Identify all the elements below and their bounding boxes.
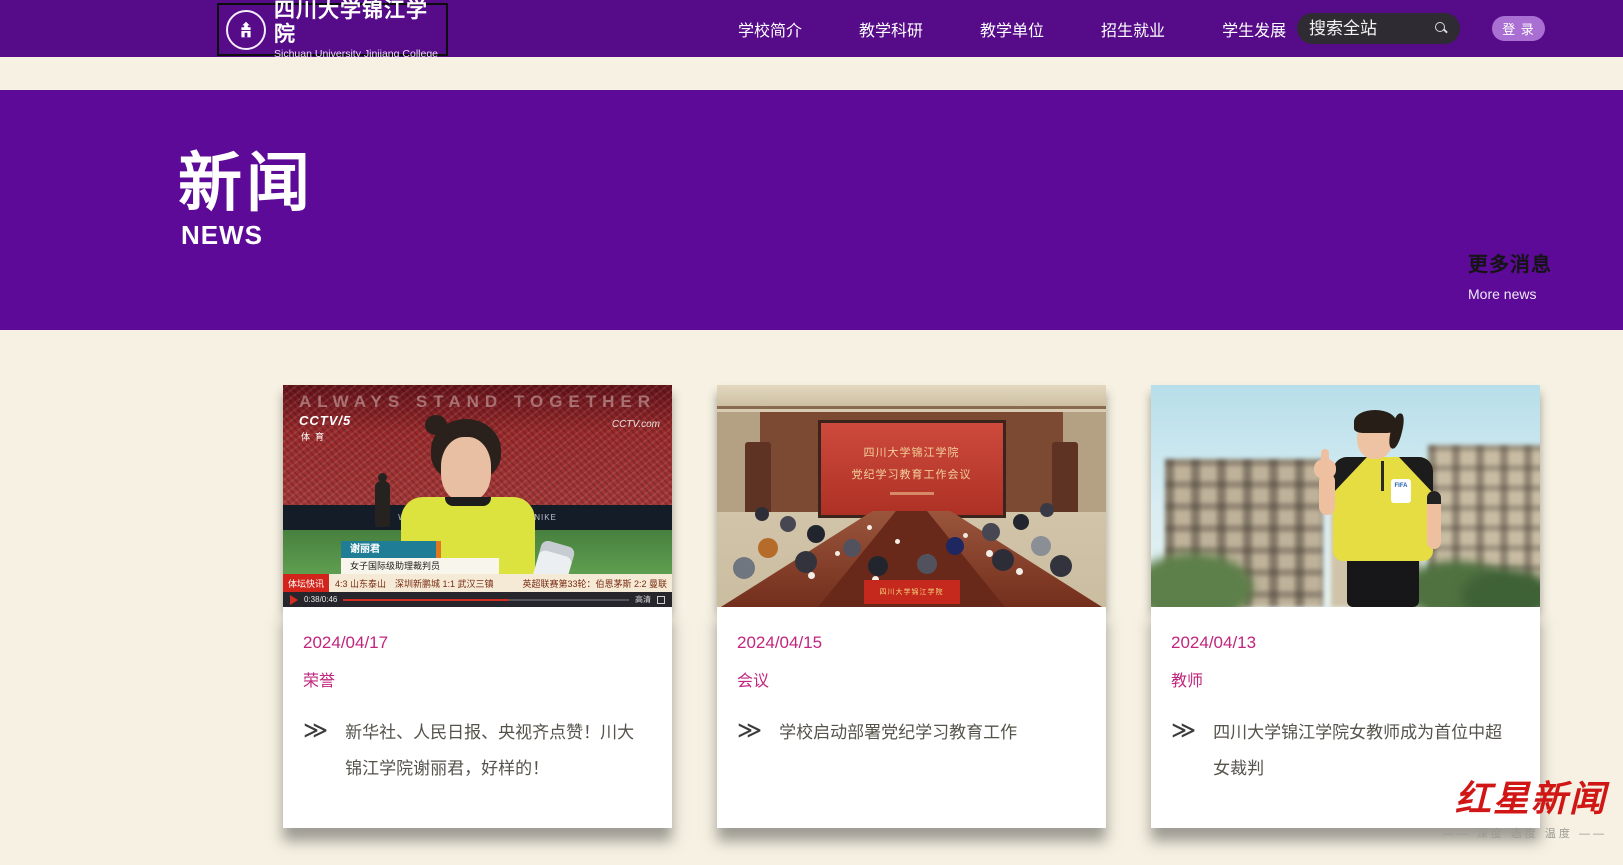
video-player-bar: 0:38/0:46 高清 [283,592,672,607]
news-date: 2024/04/17 [303,633,650,653]
referee-head [1357,417,1393,459]
college-logo[interactable]: 四川大学锦江学院 Sichuan University Jinjiang Col… [217,3,448,56]
double-chevron-icon: ≫ [303,715,328,787]
jersey-placket [1381,461,1384,491]
site-search[interactable] [1297,13,1460,44]
ticker-scores: 4:3 山东泰山 深圳新鹏城 1:1 武汉三镇 [329,577,494,590]
cctv5-logo: CCTV/5 体育 [299,413,351,443]
ticker-scores-right: 英超联赛第33轮：伯恩茅斯 2:2 曼联 [522,577,672,590]
screen-date-bar [890,492,934,495]
video-time: 0:38/0:46 [304,595,337,604]
interviewee-hair-bun [425,415,447,435]
news-card-photo-cctv-interview[interactable]: ALWAYS STAND TOGETHER CCTV/5 体育 CCTV.com… [283,385,672,607]
news-category[interactable]: 会议 [737,667,1084,691]
news-title[interactable]: 新华社、人民日报、央视齐点赞！川大锦江学院谢丽君，好样的！ [345,715,650,787]
news-card-photo-meeting[interactable]: 四川大学锦江学院 党纪学习教育工作会议 四川大学锦江学院 [717,385,1106,607]
nav-item-teaching-units[interactable]: 教学单位 [980,17,1044,41]
logo-title: 四川大学锦江学院 [274,0,439,47]
attendees-left [755,507,769,521]
news-title-link[interactable]: ≫ 学校启动部署党纪学习教育工作 [737,715,1084,751]
video-quality-label[interactable]: 高清 [635,594,651,605]
hongxing-news-tagline: —— 深度 态度 温度 —— [1443,825,1607,841]
news-card[interactable]: 四川大学锦江学院 党纪学习教育工作会议 四川大学锦江学院 2024/04/15 … [717,385,1106,828]
logo-subtitle: Sichuan University Jinjiang College [274,48,439,60]
more-news-title[interactable]: 更多消息 [1468,248,1552,277]
news-title-link[interactable]: ≫ 新华社、人民日报、央视齐点赞！川大锦江学院谢丽君，好样的！ [303,715,650,787]
cctv-com-logo: CCTV.com [612,419,660,430]
fullscreen-icon[interactable] [657,596,665,604]
screen-line1: 四川大学锦江学院 [864,444,960,460]
screen-line2: 党纪学习教育工作会议 [852,466,972,482]
cctv5-logo-sub: 体育 [301,430,351,443]
cctv5-logo-text: CCTV/5 [299,413,351,428]
referee-arm-thumbs-up [1319,473,1335,515]
lower-third-name: 谢丽君 [341,541,441,558]
score-ticker: 体坛快讯 4:3 山东泰山 深圳新鹏城 1:1 武汉三镇 英超联赛第33轮：伯恩… [283,574,672,592]
login-button[interactable]: 登 录 [1492,16,1545,41]
search-icon[interactable] [1435,22,1448,35]
nav-item-student-dev[interactable]: 学生发展 [1222,17,1286,41]
news-title[interactable]: 学校启动部署党纪学习教育工作 [779,715,1017,751]
news-card-photo-referee[interactable]: FIFA [1151,385,1540,607]
search-input[interactable] [1309,19,1435,39]
page-subtitle: NEWS [181,220,263,251]
more-news-link[interactable]: 更多消息 More news [1468,248,1552,302]
page-title: 新闻 [178,132,314,224]
news-date: 2024/04/13 [1171,633,1518,653]
nav-item-teaching-research[interactable]: 教学科研 [859,17,923,41]
background-person [375,481,390,527]
teacups [867,525,872,530]
news-card-body: 2024/04/15 会议 ≫ 学校启动部署党纪学习教育工作 [717,607,1106,828]
lower-third-role: 女子国际级助理裁判员 [341,558,499,574]
double-chevron-icon: ≫ [1171,715,1196,787]
main-nav: 学校简介 教学科研 教学单位 招生就业 学生发展 [738,0,1286,57]
news-date: 2024/04/15 [737,633,1084,653]
attendees-right [1040,503,1054,517]
news-card[interactable]: ALWAYS STAND TOGETHER CCTV/5 体育 CCTV.com… [283,385,672,828]
hongxing-news-watermark: 红星新闻 —— 深度 态度 温度 —— [1443,770,1607,841]
news-category[interactable]: 荣誉 [303,667,650,691]
ticker-label: 体坛快讯 [283,574,329,592]
stands-banner-text: ALWAYS STAND TOGETHER [283,392,672,412]
news-card-body: 2024/04/17 荣誉 ≫ 新华社、人民日报、央视齐点赞！川大锦江学院谢丽君… [283,607,672,828]
double-chevron-icon: ≫ [737,715,762,751]
room-ceiling [717,385,1106,409]
interviewee-face [441,437,491,501]
referee-arm-down [1427,491,1441,549]
college-emblem-icon [226,10,266,50]
news-card[interactable]: FIFA 2024/04/13 教师 ≫ 四川大学锦江学院女教师成为首位中超女裁… [1151,385,1540,828]
top-navbar: 四川大学锦江学院 Sichuan University Jinjiang Col… [0,0,1623,57]
hongxing-news-logo: 红星新闻 [1443,770,1607,822]
thumbs-up-fist [1314,459,1336,479]
news-hero-banner: 新闻 NEWS 更多消息 More news [0,90,1623,330]
logo-text: 四川大学锦江学院 Sichuan University Jinjiang Col… [274,0,439,60]
news-category[interactable]: 教师 [1171,667,1518,691]
fifa-badge: FIFA [1391,479,1411,503]
referee-shorts [1347,555,1419,607]
play-icon[interactable] [290,595,298,605]
video-progress-bar[interactable] [343,599,629,601]
nav-item-about[interactable]: 学校简介 [738,17,802,41]
more-news-subtitle[interactable]: More news [1468,286,1552,302]
nav-item-admissions[interactable]: 招生就业 [1101,17,1165,41]
projection-screen: 四川大学锦江学院 党纪学习教育工作会议 [821,423,1003,515]
podium-banner: 四川大学锦江学院 [864,580,960,604]
